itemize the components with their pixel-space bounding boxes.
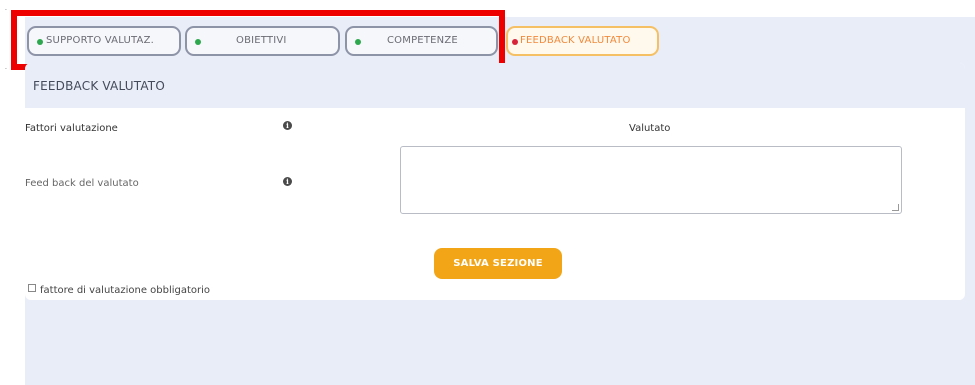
feedback-label: Feed back del valutato <box>25 178 139 189</box>
feedback-textarea[interactable] <box>400 146 902 214</box>
mandatory-note: fattore di valutazione obbligatorio <box>28 284 210 296</box>
factors-label: Fattori valutazione <box>25 123 118 134</box>
tab-feedback-valutato[interactable]: FEEDBACK VALUTATO <box>506 26 659 56</box>
tab-label: FEEDBACK VALUTATO <box>520 35 631 46</box>
section-header: FEEDBACK VALUTATO <box>25 63 965 108</box>
feedback-section-card: FEEDBACK VALUTATO Fattori valutazione i … <box>25 63 965 300</box>
save-section-button[interactable]: SALVA SEZIONE <box>434 248 562 279</box>
checkbox-icon <box>28 284 36 292</box>
resize-handle-icon[interactable] <box>892 204 899 211</box>
info-icon[interactable]: i <box>283 121 292 130</box>
status-dot-icon <box>512 39 518 45</box>
corner-mark: . <box>5 5 7 12</box>
corner-mark: . <box>5 64 7 71</box>
section-title: FEEDBACK VALUTATO <box>33 79 165 93</box>
column-header-valutato: Valutato <box>629 123 671 134</box>
mandatory-note-text: fattore di valutazione obbligatorio <box>40 285 211 296</box>
info-icon[interactable]: i <box>283 177 292 186</box>
annotation-highlight-box <box>11 10 505 70</box>
